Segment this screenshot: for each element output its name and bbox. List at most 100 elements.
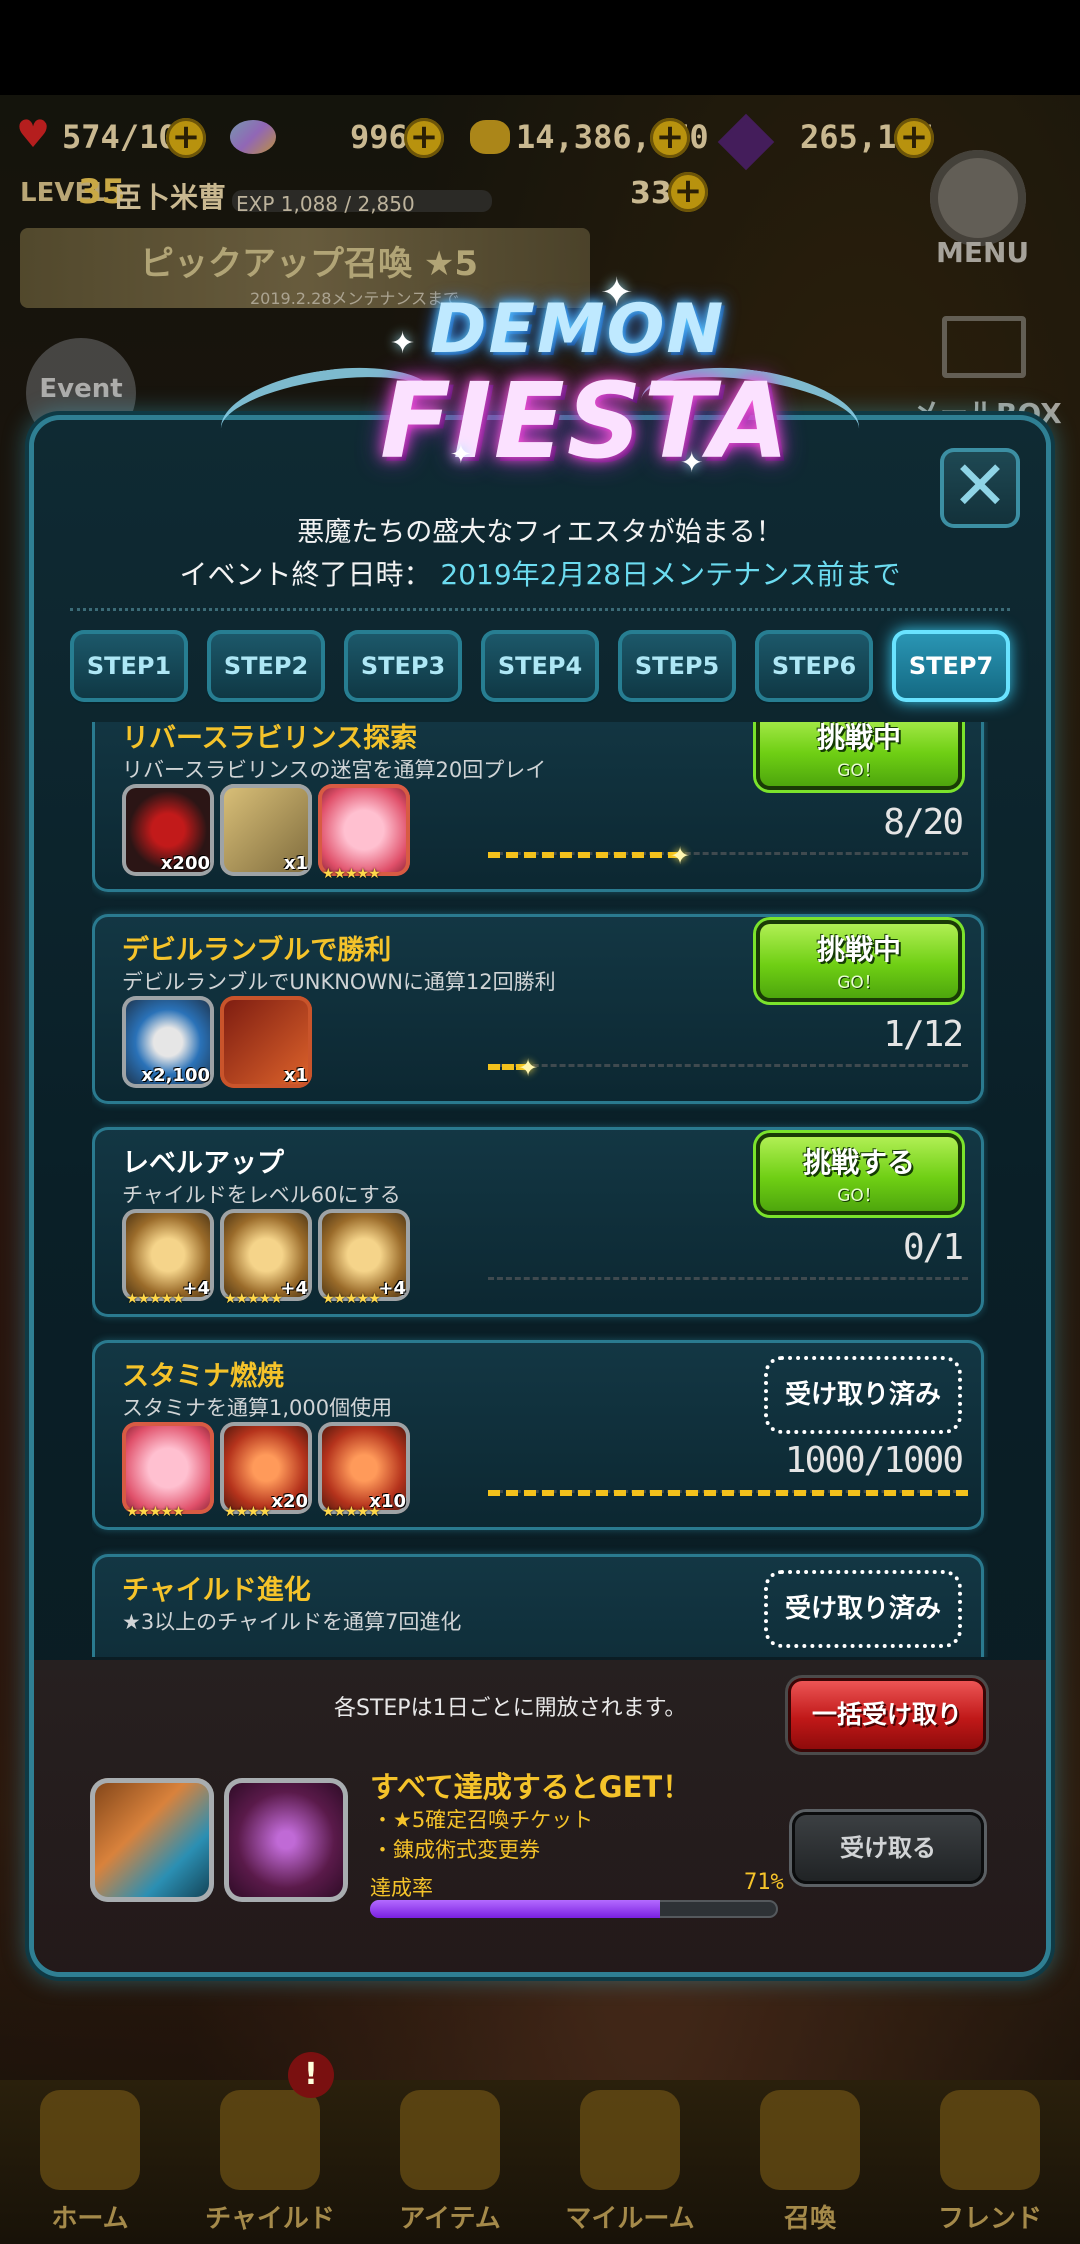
tab-step2[interactable]: STEP2	[207, 630, 325, 702]
challenge-button-sub: GO！	[837, 1186, 881, 1206]
end-label: イベント終了日時：	[179, 558, 432, 591]
nav-friend-label: フレンド	[937, 2204, 1042, 2234]
key-plus-icon[interactable]: +	[668, 172, 708, 212]
mission-desc: ★3以上のチャイルドを通算7回進化	[122, 1610, 462, 1634]
mission-title: レベルアップ	[122, 1148, 284, 1179]
mission-desc: リバースラビリンスの迷宮を通算20回プレイ	[122, 758, 547, 782]
nav-myroom[interactable]: マイルーム	[540, 2090, 720, 2240]
alchemy-scroll-icon[interactable]	[224, 1778, 348, 1902]
claimed-badge: 受け取り済み	[764, 1570, 962, 1648]
nav-summon[interactable]: 召喚	[720, 2090, 900, 2240]
sparkle-icon: ✦	[390, 326, 416, 361]
reward-medal-icon[interactable]: +4 ★★★★★	[122, 1209, 214, 1307]
complete-reward-item: ・錬成術式変更券	[372, 1838, 540, 1862]
progress-fill	[488, 1490, 968, 1496]
mission-title: デビルランブルで勝利	[122, 935, 392, 966]
achievement-rate-fill	[370, 1900, 660, 1918]
event-subtitle: 悪魔たちの盛大なフィエスタが始まる！	[297, 517, 783, 548]
tab-step3[interactable]: STEP3	[344, 630, 462, 702]
challenge-button[interactable]: 挑戦する GO！	[756, 1133, 962, 1215]
event-badge-label: Event	[39, 374, 123, 404]
tab-step4[interactable]: STEP4	[481, 630, 599, 702]
reward-stars: ★★★★★	[322, 866, 381, 882]
crown-icon	[580, 2090, 680, 2190]
challenge-button[interactable]: 挑戦中 GO！	[756, 920, 962, 1002]
reward-ticket-icon[interactable]: x1	[220, 784, 312, 876]
reward-qty: x1	[283, 853, 308, 874]
reward-child-icon[interactable]: ★★★★★	[122, 1422, 214, 1520]
nav-home[interactable]: ホーム	[0, 2090, 180, 2240]
reward-qty: +4	[182, 1278, 210, 1299]
reward-stars: ★★★★★	[322, 1291, 381, 1307]
claimed-badge: 受け取り済み	[764, 1356, 962, 1434]
mail-icon[interactable]	[942, 316, 1026, 378]
nav-child[interactable]: チャイルド	[180, 2090, 360, 2240]
reward-stars: ★★★★★	[126, 1291, 185, 1307]
end-value: 2019年2月28日メンテナンス前まで	[440, 558, 901, 591]
reward-child-icon[interactable]: ★★★★★	[318, 784, 410, 882]
progress-fill	[488, 852, 680, 858]
mission-title: チャイルド進化	[122, 1575, 311, 1606]
reward-gem-icon[interactable]: x20 ★★★★	[220, 1422, 312, 1520]
reward-stars: ★★★★	[224, 1504, 271, 1520]
gold-coin-icon	[470, 120, 510, 154]
reward-clock-icon[interactable]: x2,100	[122, 996, 214, 1088]
mission-card: デビルランブルで勝利 デビルランブルでUNKNOWNに通算12回勝利 x2,10…	[92, 914, 984, 1104]
nav-friend[interactable]: フレンド	[900, 2090, 1080, 2240]
modal-footer: 各STEPは1日ごとに開放されます。 一括受け取り すべて達成するとGET！ ・…	[34, 1660, 1046, 1972]
summon-ticket-icon[interactable]	[90, 1778, 214, 1902]
step-unlock-note: 各STEPは1日ごとに開放されます。	[334, 1696, 687, 1721]
crystal-plus-icon[interactable]: +	[894, 118, 934, 158]
exp-value: EXP 1,088 / 2,850	[236, 192, 415, 216]
mission-list[interactable]: リバースラビリンス探索 リバースラビリンスの迷宮を通算20回プレイ x200 x…	[92, 722, 988, 1657]
mission-title: リバースラビリンス探索	[122, 723, 418, 754]
reward-gem-icon[interactable]: x10 ★★★★★	[318, 1422, 410, 1520]
achievement-rate-label: 達成率	[370, 1876, 433, 1900]
mission-card: リバースラビリンス探索 リバースラビリンスの迷宮を通算20回プレイ x200 x…	[92, 722, 984, 892]
tab-step5[interactable]: STEP5	[618, 630, 736, 702]
menu-gear-icon[interactable]	[930, 150, 1026, 246]
gem-plus-icon[interactable]: +	[404, 118, 444, 158]
sparkle-icon: ✦	[680, 446, 704, 479]
mission-count: 1/12	[883, 1014, 964, 1055]
sparkle-icon: ✦	[450, 440, 472, 470]
achievement-rate-value: 71%	[744, 1870, 784, 1895]
tab-step1[interactable]: STEP1	[70, 630, 188, 702]
progress-track	[488, 1277, 968, 1280]
reward-heart-icon[interactable]: x200	[122, 784, 214, 876]
sword-shield-icon	[400, 2090, 500, 2190]
challenge-button-label: 挑戦中	[816, 933, 901, 966]
gold-plus-icon[interactable]: +	[650, 118, 690, 158]
logo-demon-text: DEMON	[430, 290, 726, 369]
challenge-button[interactable]: 挑戦中 GO！	[756, 722, 962, 790]
nav-item[interactable]: アイテム	[360, 2090, 540, 2240]
potion-icon	[760, 2090, 860, 2190]
stamina-plus-icon[interactable]: +	[166, 118, 206, 158]
reward-medal-icon[interactable]: +4 ★★★★★	[318, 1209, 410, 1307]
flame-eye-icon	[220, 2090, 320, 2190]
event-end-line: イベント終了日時： 2019年2月28日メンテナンス前まで	[34, 553, 1046, 593]
nav-child-label: チャイルド	[205, 2204, 335, 2234]
bulk-receive-button[interactable]: 一括受け取り	[788, 1678, 986, 1752]
reward-qty: +4	[280, 1278, 308, 1299]
tab-step6[interactable]: STEP6	[755, 630, 873, 702]
reward-qty: x20	[271, 1491, 308, 1512]
reward-item-icon[interactable]: x1	[220, 996, 312, 1088]
mission-card: レベルアップ チャイルドをレベル60にする +4 ★★★★★ +4 ★★★★★ +4…	[92, 1127, 984, 1317]
gem-value: 996	[350, 118, 408, 156]
nav-myroom-label: マイルーム	[565, 2204, 695, 2234]
reward-qty: x2,100	[141, 1065, 210, 1086]
key-value: 33	[630, 176, 672, 211]
receive-button[interactable]: 受け取る	[792, 1812, 984, 1884]
tab-step7[interactable]: STEP7	[892, 630, 1010, 702]
reward-medal-icon[interactable]: +4 ★★★★★	[220, 1209, 312, 1307]
challenge-button-sub: GO！	[837, 973, 881, 993]
demon-fiesta-logo: DEMON FIESTA ✦ ✦ ✦ ✦	[210, 270, 870, 500]
mission-count: 1000/1000	[784, 1440, 964, 1481]
reward-qty: x200	[160, 853, 210, 874]
player-name: 臣卜米曹	[114, 181, 227, 214]
complete-reward-title: すべて達成するとGET！	[370, 1770, 692, 1804]
challenge-button-label: 挑戦中	[816, 722, 901, 754]
nav-summon-label: 召喚	[783, 2204, 836, 2234]
mission-desc: スタミナを通算1,000個使用	[122, 1396, 393, 1420]
